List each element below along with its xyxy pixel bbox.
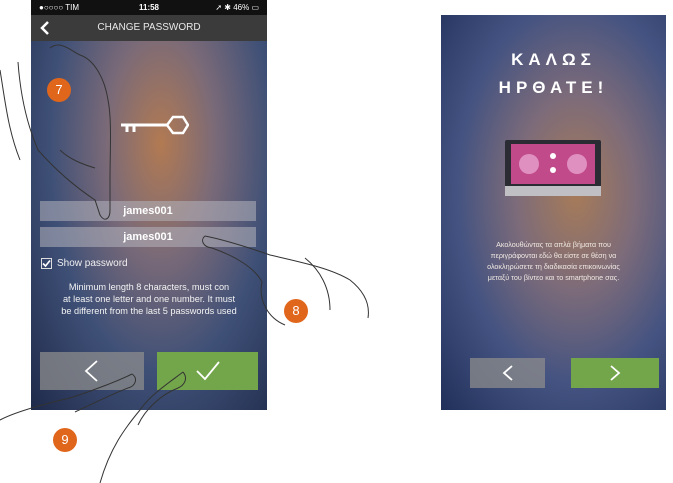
step-marker-9: 9	[53, 428, 77, 452]
hand-illustrations	[0, 44, 369, 483]
step-marker-8: 8	[284, 299, 308, 323]
step-marker-7: 7	[47, 78, 71, 102]
